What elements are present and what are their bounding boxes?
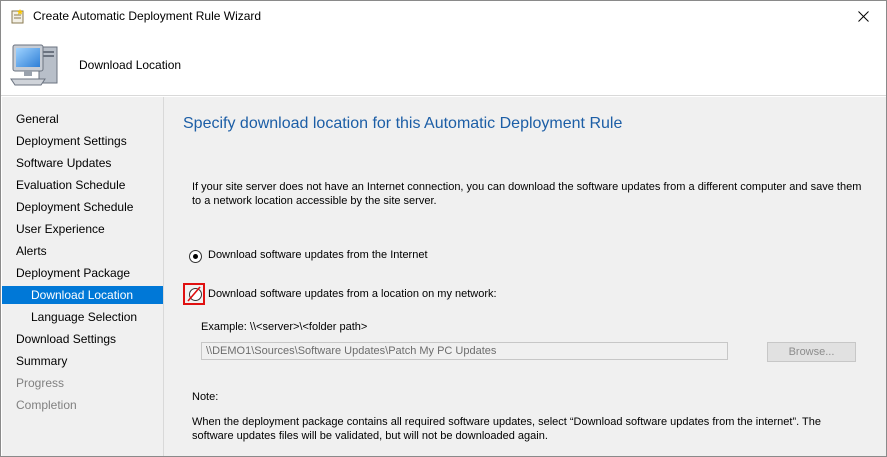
sidebar-item-label: Software Updates: [16, 156, 112, 170]
sidebar-item-label: Progress: [16, 376, 65, 390]
sidebar-item-summary[interactable]: Summary: [2, 352, 163, 370]
network-path-input[interactable]: \\DEMO1\Sources\Software Updates\Patch M…: [201, 342, 728, 360]
sidebar-item-label: Evaluation Schedule: [16, 178, 126, 192]
header-title: Download Location: [79, 58, 182, 72]
prohibited-icon: [187, 286, 201, 302]
computer-icon: [10, 44, 58, 86]
browse-button[interactable]: Browse...: [767, 342, 856, 362]
sidebar-item-label: Deployment Package: [16, 266, 131, 280]
sidebar-item-label: User Experience: [16, 222, 105, 236]
path-example: Example: \\<server>\<folder path>: [201, 321, 368, 333]
sidebar-item-download-settings[interactable]: Download Settings: [2, 330, 163, 348]
sidebar-item-language-selection[interactable]: Language Selection: [2, 308, 163, 326]
sidebar-item-software-updates[interactable]: Software Updates: [2, 154, 163, 172]
sidebar-item-label: Download Location: [31, 288, 134, 302]
title-bar: Create Automatic Deployment Rule Wizard: [1, 1, 886, 32]
internet-radio-label[interactable]: Download software updates from the Inter…: [208, 249, 428, 261]
wizard-icon: [11, 9, 24, 24]
sidebar-item-general[interactable]: General: [2, 110, 163, 128]
sidebar-item-label: Download Settings: [16, 332, 117, 346]
sidebar-item-label: General: [16, 112, 59, 126]
close-button[interactable]: [840, 1, 886, 32]
sidebar-item-progress: Progress: [2, 374, 163, 392]
sidebar-item-label: Summary: [16, 354, 68, 368]
page-description: If your site server does not have an Int…: [192, 181, 862, 207]
sidebar-item-deployment-schedule[interactable]: Deployment Schedule: [2, 198, 163, 216]
note-label: Note:: [192, 391, 219, 403]
sidebar-item-evaluation-schedule[interactable]: Evaluation Schedule: [2, 176, 163, 194]
network-radio-label[interactable]: Download software updates from a locatio…: [208, 288, 497, 300]
note-text: When the deployment package contains all…: [192, 416, 821, 442]
sidebar-item-download-location[interactable]: Download Location: [2, 286, 163, 304]
internet-radio[interactable]: [189, 250, 202, 263]
sidebar-item-label: Completion: [16, 398, 77, 412]
wizard-window: Create Automatic Deployment Rule Wizard: [0, 0, 887, 457]
close-icon: [857, 11, 869, 22]
sidebar-item-label: Deployment Schedule: [16, 200, 134, 214]
wizard-nav: General Deployment Settings Software Updat…: [2, 97, 164, 456]
sidebar-item-alerts[interactable]: Alerts: [2, 242, 163, 260]
sidebar-item-user-experience[interactable]: User Experience: [2, 220, 163, 238]
sidebar-item-deployment-settings[interactable]: Deployment Settings: [2, 132, 163, 150]
sidebar-item-completion: Completion: [2, 396, 163, 414]
radio-selected-dot: [193, 254, 198, 259]
sidebar-item-label: Deployment Settings: [16, 134, 127, 148]
wizard-header: Download Location: [1, 32, 886, 96]
highlight-annotation: [183, 283, 205, 305]
sidebar-item-deployment-package[interactable]: Deployment Package: [2, 264, 163, 282]
sidebar-item-label: Alerts: [16, 244, 47, 258]
page-title: Specify download location for this Autom…: [183, 115, 623, 132]
window-title: Create Automatic Deployment Rule Wizard: [33, 9, 262, 23]
sidebar-item-label: Language Selection: [31, 310, 138, 324]
wizard-page: Specify download location for this Autom…: [164, 97, 886, 456]
